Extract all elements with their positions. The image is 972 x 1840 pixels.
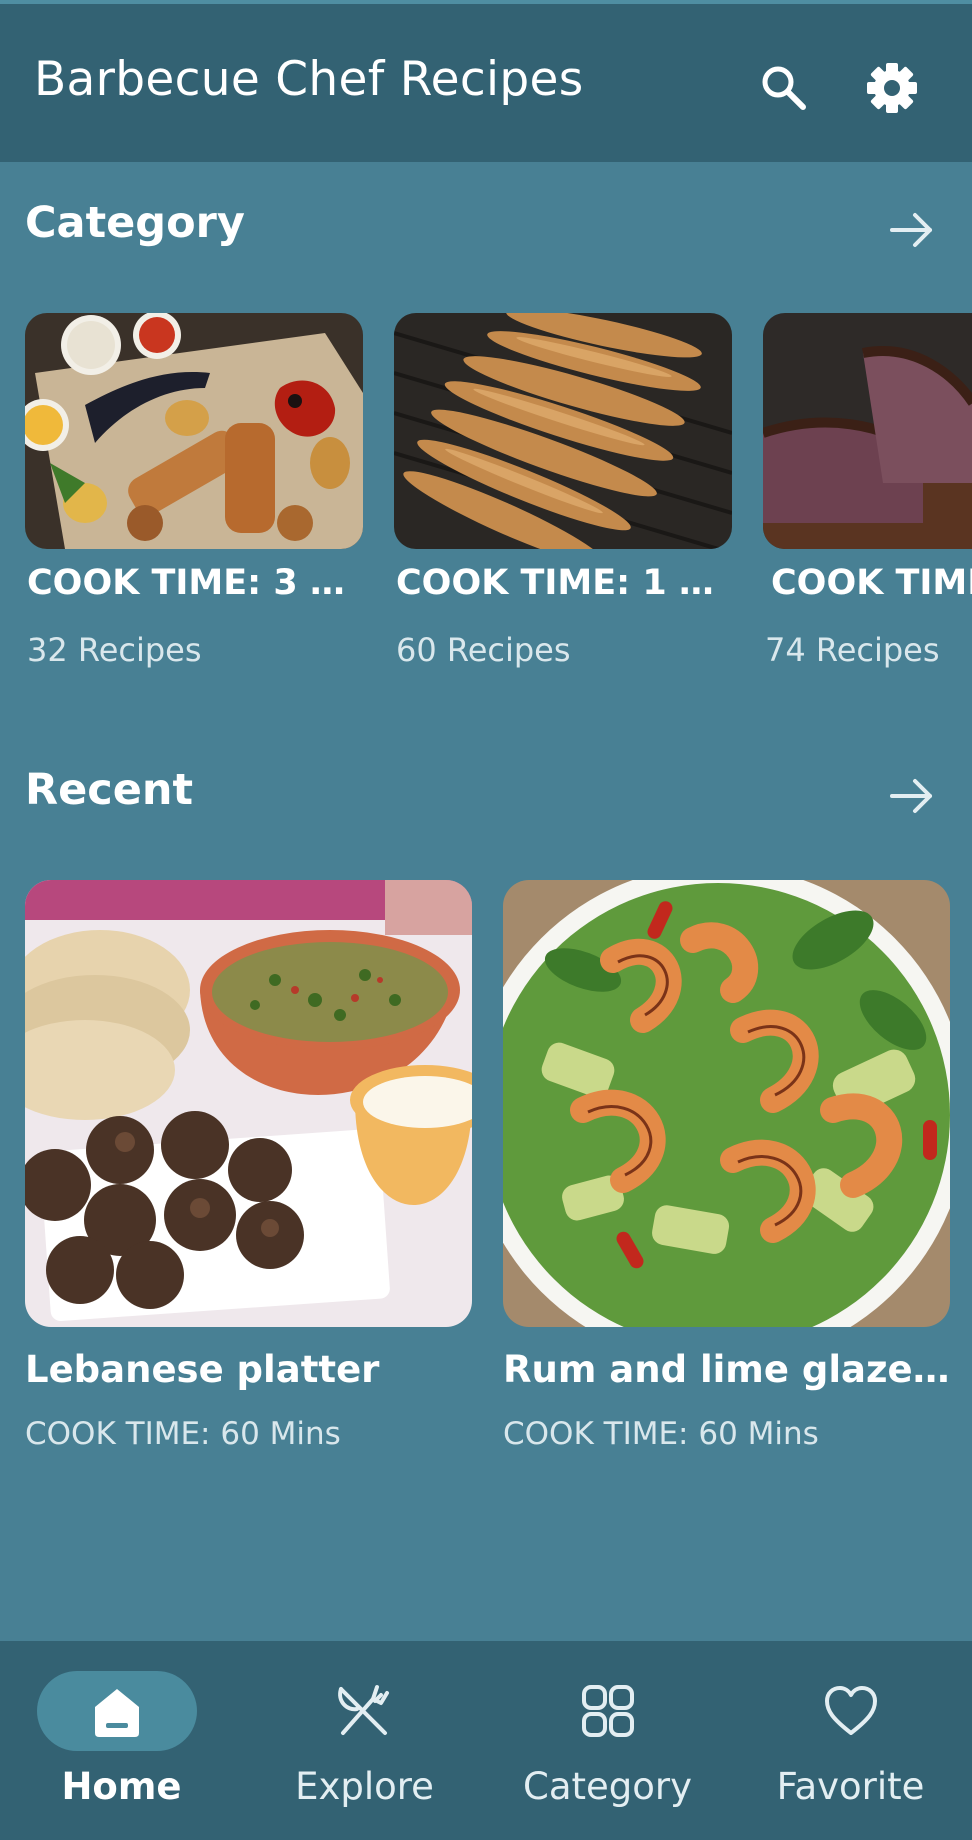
category-see-all-arrow-icon[interactable]	[884, 202, 940, 258]
bottom-navigation-bar: Home Explore Category Favorite	[0, 1641, 972, 1840]
sliced-beef-image	[763, 313, 972, 549]
nav-item-explore[interactable]: Explore	[243, 1641, 486, 1840]
recent-recipe-title: Rum and lime glazed...	[503, 1348, 950, 1391]
category-card[interactable]: COOK TIME 74 Recipes	[763, 313, 972, 669]
category-card-count: 32 Recipes	[27, 631, 202, 669]
recent-recipe-card[interactable]: Lebanese platter COOK TIME: 60 Mins	[25, 880, 472, 1452]
rum-lime-prawn-salad-image	[503, 880, 950, 1327]
mixed-grill-platter-image	[25, 313, 363, 549]
recent-recipe-card[interactable]: Rum and lime glazed... COOK TIME: 60 Min…	[503, 880, 950, 1452]
recent-see-all-arrow-icon[interactable]	[884, 768, 940, 824]
search-icon[interactable]	[756, 60, 812, 116]
home-icon	[87, 1681, 147, 1741]
settings-gear-icon[interactable]	[864, 60, 920, 116]
nav-label-favorite: Favorite	[776, 1765, 925, 1808]
app-bar: Barbecue Chef Recipes	[0, 4, 972, 162]
nav-label-home: Home	[61, 1765, 182, 1808]
category-card[interactable]: COOK TIME: 1 Hr ... 60 Recipes	[394, 313, 732, 669]
heart-icon	[821, 1681, 881, 1741]
nav-item-favorite[interactable]: Favorite	[729, 1641, 972, 1840]
category-carousel[interactable]: COOK TIME: 3 Hr... 32 Recipes COOK TIME:…	[0, 313, 972, 693]
fork-knife-icon	[333, 1681, 393, 1741]
recent-recipe-cook-time: COOK TIME: 60 Mins	[25, 1416, 341, 1452]
grilled-fish-image	[394, 313, 732, 549]
category-card-title: COOK TIME	[771, 563, 972, 603]
nav-item-category[interactable]: Category	[486, 1641, 729, 1840]
nav-label-explore: Explore	[295, 1765, 434, 1808]
recent-section-title: Recent	[25, 765, 194, 815]
nav-item-home[interactable]: Home	[0, 1641, 243, 1840]
app-title: Barbecue Chef Recipes	[34, 52, 584, 107]
category-section-title: Category	[25, 198, 245, 248]
lebanese-platter-image	[25, 880, 472, 1327]
category-card-title: COOK TIME: 3 Hr...	[27, 563, 363, 603]
category-card-count: 60 Recipes	[396, 631, 571, 669]
nav-label-category: Category	[522, 1765, 692, 1808]
grid-icon	[578, 1681, 638, 1741]
category-card-title: COOK TIME: 1 Hr ...	[396, 563, 732, 603]
category-card-count: 74 Recipes	[765, 631, 940, 669]
recent-recipe-cook-time: COOK TIME: 60 Mins	[503, 1416, 819, 1452]
recent-recipe-title: Lebanese platter	[25, 1348, 380, 1391]
category-card[interactable]: COOK TIME: 3 Hr... 32 Recipes	[25, 313, 363, 669]
